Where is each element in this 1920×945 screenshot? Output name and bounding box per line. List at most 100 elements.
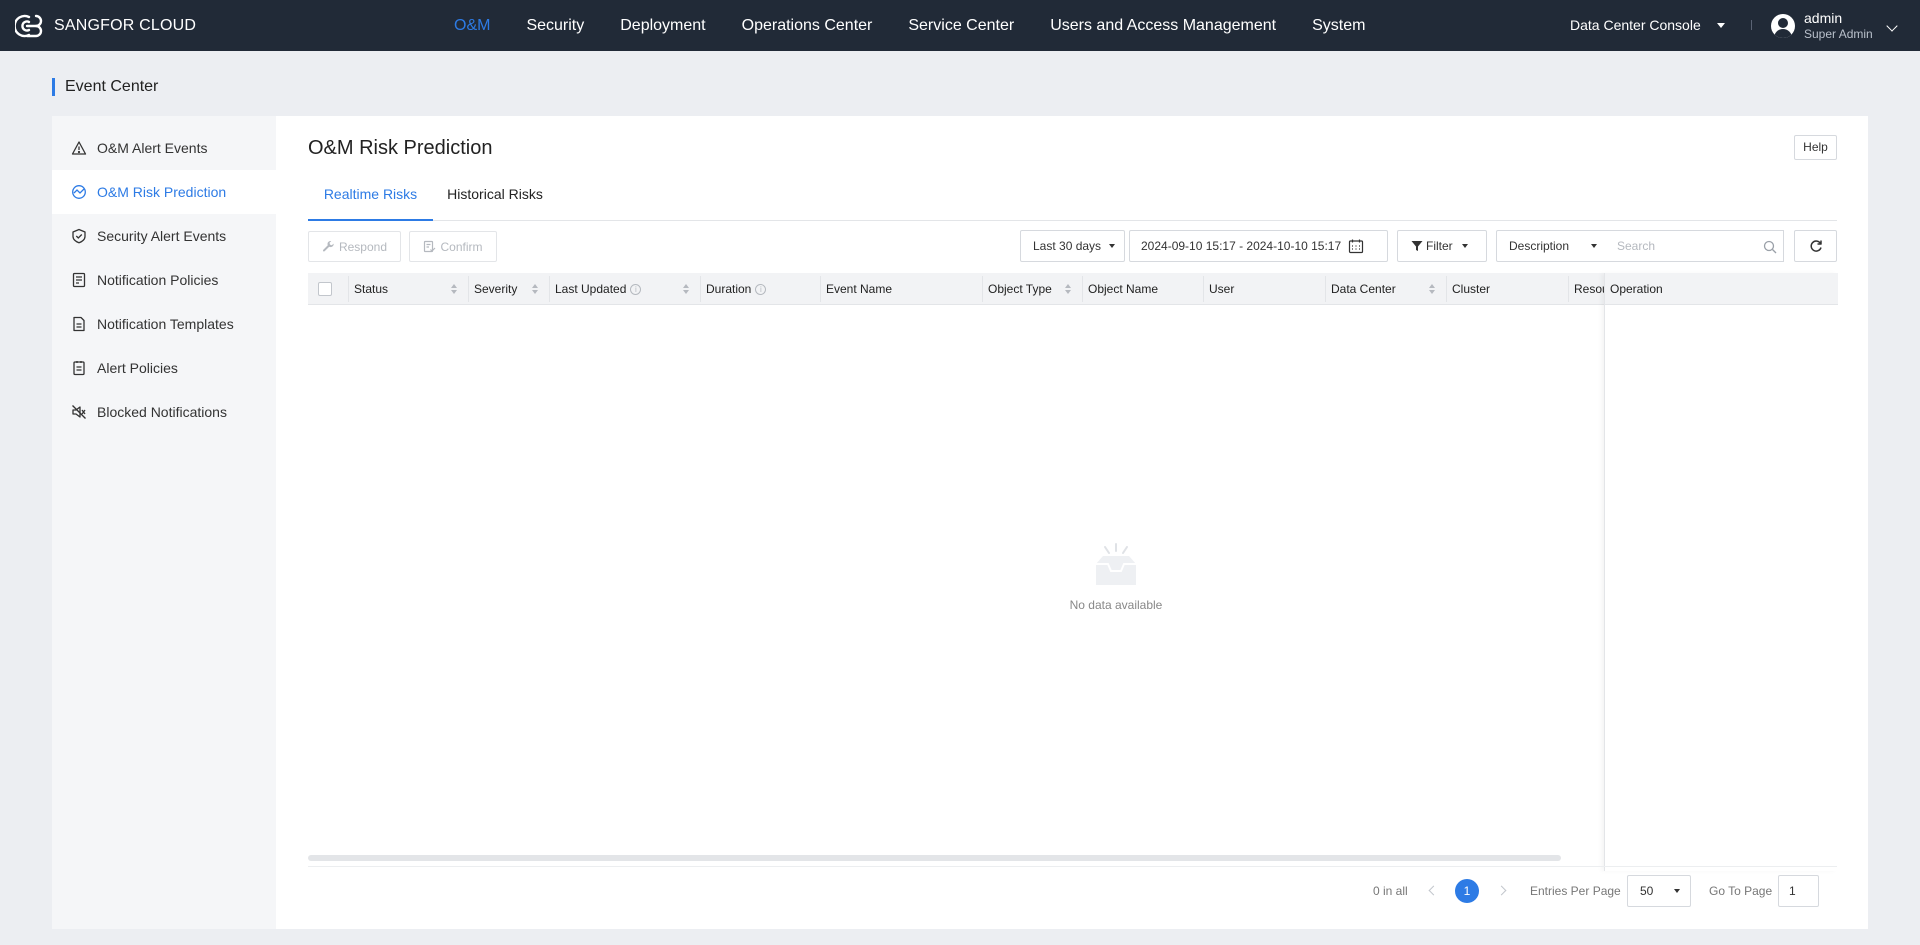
column-label: Duration [706,282,752,296]
risk-icon [72,185,86,199]
column-header-operation: Operation [1605,273,1838,305]
brand-logo[interactable]: SANGFOR CLOUD [15,13,196,39]
tab-historical-risks[interactable]: Historical Risks [440,178,550,221]
column-label: Severity [474,282,518,296]
nav-item-system[interactable]: System [1294,0,1383,51]
sort-icon[interactable] [1065,284,1072,295]
filter-icon [1411,241,1423,251]
column-header-data-center[interactable]: Data Center [1326,273,1446,305]
main-nav: O&M Security Deployment Operations Cente… [436,0,1383,51]
sidebar-item-om-risk-prediction[interactable]: O&M Risk Prediction [52,170,276,214]
help-button[interactable]: Help [1794,135,1837,160]
column-header-last-updated[interactable]: Last Updated i [550,273,671,305]
confirm-button[interactable]: Confirm [409,231,497,262]
column-header-event-name[interactable]: Event Name [821,273,982,305]
entries-per-page-select[interactable]: 50 [1627,875,1691,907]
date-range-picker[interactable]: 2024-09-10 15:17 - 2024-10-10 15:17 [1129,230,1388,262]
nav-item-om[interactable]: O&M [436,0,508,51]
column-label: Data Center [1331,282,1396,296]
empty-inbox-icon [1096,543,1136,585]
sidebar-item-label: Security Alert Events [97,228,227,244]
sort-icon[interactable] [451,284,458,295]
shield-icon [72,228,86,244]
search-field-value: Description [1509,239,1570,253]
entries-per-page-label: Entries Per Page [1530,884,1621,898]
go-to-page-input[interactable]: 1 [1778,875,1819,907]
column-label: Status [354,282,389,296]
filter-button[interactable]: Filter [1397,230,1487,262]
time-range-select[interactable]: Last 30 days [1020,230,1125,262]
date-range-value: 2024-09-10 15:17 - 2024-10-10 15:17 [1141,239,1342,253]
respond-button[interactable]: Respond [308,231,401,262]
sidebar-item-blocked-notifications[interactable]: Blocked Notifications [52,390,276,434]
column-label: Object Name [1088,282,1159,296]
nav-item-deployment[interactable]: Deployment [602,0,723,51]
top-navigation-bar: SANGFOR CLOUD O&M Security Deployment Op… [0,0,1920,51]
search-input[interactable] [1607,230,1784,262]
column-label: Last Updated [555,282,627,296]
section-title: O&M Risk Prediction [308,137,493,159]
muted-speaker-icon [72,405,86,419]
go-to-page-label: Go To Page [1709,884,1773,898]
brand-name: SANGFOR CLOUD [54,17,197,34]
info-icon[interactable]: i [630,284,642,296]
chevron-left-icon[interactable] [1428,885,1439,896]
column-label: Resour [1574,282,1605,296]
sangfor-cloud-logo-icon [15,14,43,38]
page-title: Event Center [52,78,158,96]
alert-policy-icon [73,361,85,376]
sidebar-item-notification-templates[interactable]: Notification Templates [52,302,276,346]
column-label: Cluster [1452,282,1491,296]
sidebar-item-notification-policies[interactable]: Notification Policies [52,258,276,302]
template-icon [73,316,85,332]
chevron-right-icon[interactable] [1496,885,1507,896]
column-header-object-name[interactable]: Object Name [1083,273,1203,305]
nav-item-service-center[interactable]: Service Center [890,0,1032,51]
nav-item-operations-center[interactable]: Operations Center [724,0,891,51]
sidebar-item-label: Blocked Notifications [97,404,227,420]
wrench-icon [322,240,334,252]
search-icon[interactable] [1763,240,1777,254]
empty-state: No data available [1016,541,1216,612]
notification-policy-icon [72,272,86,288]
page-number-current[interactable]: 1 [1455,879,1479,903]
nav-item-users-access[interactable]: Users and Access Management [1032,0,1294,51]
pagination-total: 0 in all [1373,884,1408,898]
confirm-doc-icon [424,240,436,253]
time-range-value: Last 30 days [1033,239,1102,253]
chevron-down-icon [1886,20,1898,32]
sidebar-item-alert-policies[interactable]: Alert Policies [52,346,276,390]
caret-down-icon [1109,244,1116,248]
column-label: Operation [1610,282,1663,296]
column-header-duration[interactable]: Duration i [701,273,820,305]
column-header-resource[interactable]: Resour [1569,273,1605,305]
sidebar-item-om-alert-events[interactable]: O&M Alert Events [52,126,276,170]
caret-down-icon [1591,244,1597,248]
user-menu[interactable]: admin Super Admin [1771,9,1898,43]
warning-icon [71,141,87,155]
divider [308,866,1837,867]
search-field-select[interactable]: Description [1496,230,1608,262]
caret-down-icon [1461,244,1468,248]
sidebar-item-label: Notification Policies [97,272,219,288]
console-switcher[interactable]: Data Center Console [1570,0,1725,51]
refresh-icon [1809,240,1822,252]
horizontal-scrollbar[interactable] [308,855,1561,861]
sort-icon[interactable] [683,284,690,295]
main-panel: O&M Risk Prediction Help Realtime Risks … [276,116,1868,929]
select-all-checkbox[interactable] [318,282,332,296]
user-role: Super Admin [1804,27,1873,41]
refresh-button[interactable] [1794,230,1837,262]
tab-realtime-risks[interactable]: Realtime Risks [308,178,433,221]
info-icon[interactable]: i [755,284,767,296]
sidebar-item-label: O&M Risk Prediction [97,184,227,200]
avatar [1771,14,1795,38]
user-name: admin [1804,10,1843,26]
sort-icon[interactable] [1429,284,1436,295]
divider [1751,20,1752,30]
column-header-cluster[interactable]: Cluster [1447,273,1568,305]
column-header-user[interactable]: User [1204,273,1325,305]
sort-icon[interactable] [532,284,539,295]
sidebar-item-security-alert-events[interactable]: Security Alert Events [52,214,276,258]
nav-item-security[interactable]: Security [508,0,602,51]
